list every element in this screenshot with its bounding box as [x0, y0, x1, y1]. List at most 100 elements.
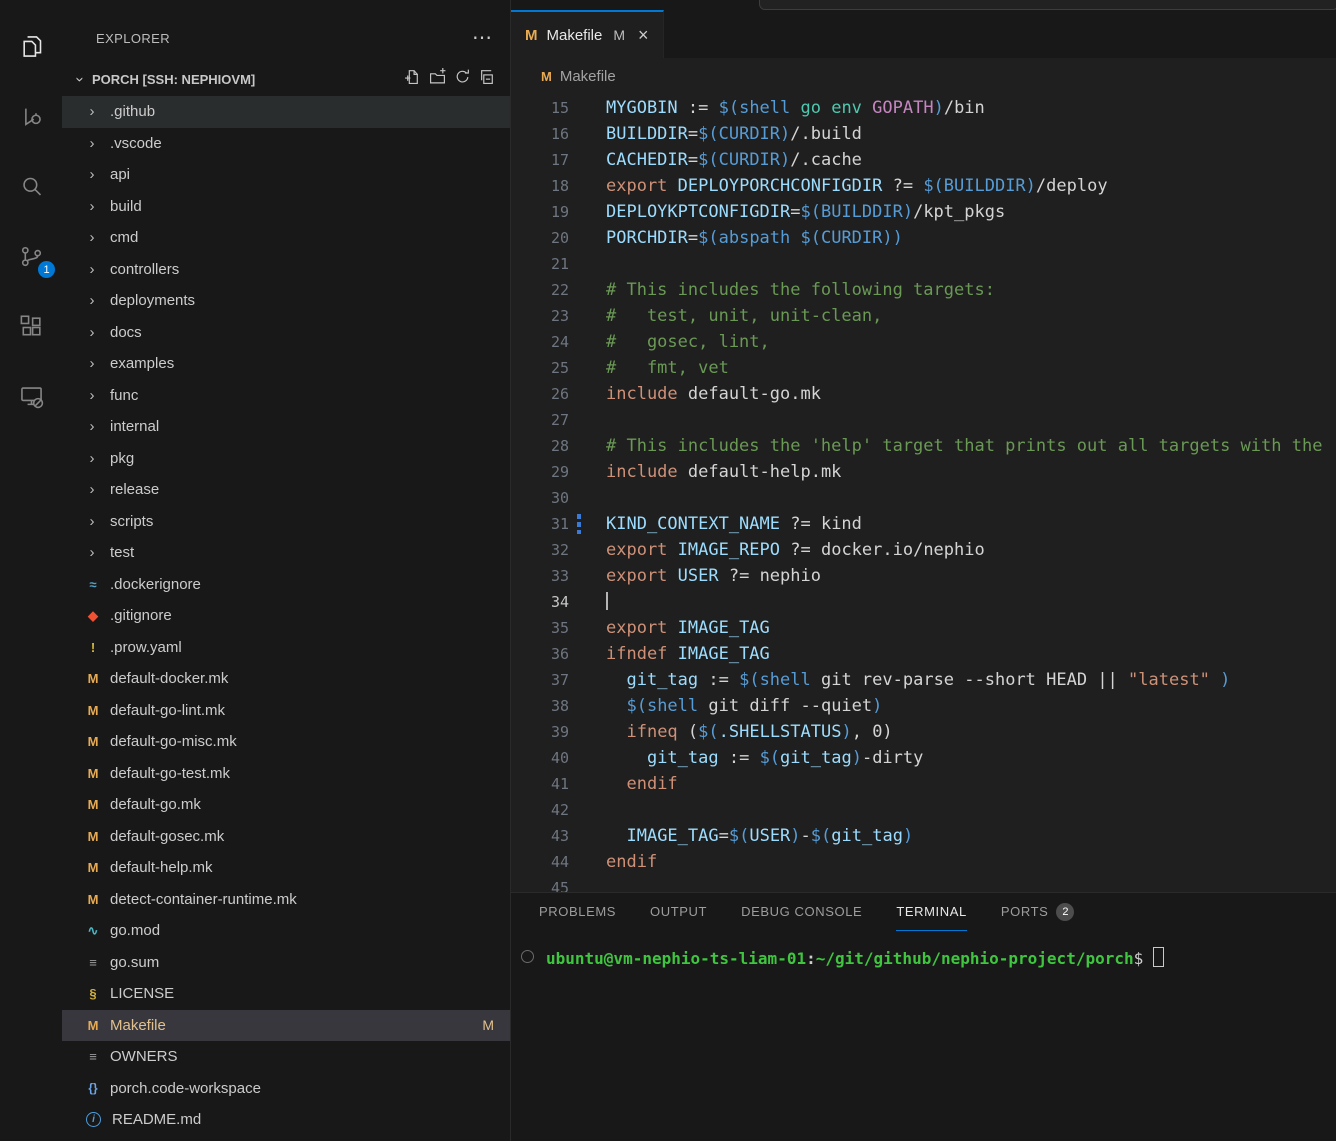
code-line[interactable]: 35export IMAGE_TAG	[511, 615, 1336, 641]
code-line[interactable]: 45	[511, 875, 1336, 893]
explorer-item-default-docker-mk[interactable]: Mdefault-docker.mk	[62, 663, 510, 695]
line-number: 32	[511, 537, 569, 563]
code-line[interactable]: 24# gosec, lint,	[511, 329, 1336, 355]
explorer-item-func[interactable]: ›func	[62, 380, 510, 412]
code-line[interactable]: 20PORCHDIR=$(abspath $(CURDIR))	[511, 225, 1336, 251]
explorer-item-default-go-misc-mk[interactable]: Mdefault-go-misc.mk	[62, 726, 510, 758]
chevron-right-icon: ›	[82, 450, 102, 467]
code-line[interactable]: 26include default-go.mk	[511, 381, 1336, 407]
explorer-item--github[interactable]: ›.github	[62, 96, 510, 128]
breadcrumb-item[interactable]: Makefile	[560, 68, 616, 85]
explorer-item-license[interactable]: §LICENSE	[62, 978, 510, 1010]
refresh-icon[interactable]	[454, 68, 471, 90]
explorer-item--prow-yaml[interactable]: !.prow.yaml	[62, 632, 510, 664]
run-debug-icon[interactable]	[0, 92, 62, 140]
code-line[interactable]: 15MYGOBIN := $(shell go env GOPATH)/bin	[511, 95, 1336, 121]
code-line[interactable]: 22# This includes the following targets:	[511, 277, 1336, 303]
code-line[interactable]: 28# This includes the 'help' target that…	[511, 433, 1336, 459]
file-tree: ›.github›.vscode›api›build›cmd›controlle…	[62, 96, 510, 1141]
panel-tab-debug-console[interactable]: DEBUG CONSOLE	[741, 893, 862, 931]
code-line[interactable]: 44endif	[511, 849, 1336, 875]
collapse-all-icon[interactable]	[479, 68, 496, 90]
code-line[interactable]: 17CACHEDIR=$(CURDIR)/.cache	[511, 147, 1336, 173]
code-line[interactable]: 29include default-help.mk	[511, 459, 1336, 485]
new-folder-icon[interactable]	[429, 68, 446, 90]
code-line[interactable]: 41 endif	[511, 771, 1336, 797]
code-line[interactable]: 36ifndef IMAGE_TAG	[511, 641, 1336, 667]
code-line[interactable]: 30	[511, 485, 1336, 511]
explorer-item-build[interactable]: ›build	[62, 191, 510, 223]
close-icon[interactable]: ×	[638, 25, 649, 46]
breadcrumb[interactable]: M Makefile	[511, 58, 1336, 95]
new-file-icon[interactable]	[404, 68, 421, 90]
explorer-item-cmd[interactable]: ›cmd	[62, 222, 510, 254]
explorer-item-scripts[interactable]: ›scripts	[62, 506, 510, 538]
explorer-item-internal[interactable]: ›internal	[62, 411, 510, 443]
code-line[interactable]: 37 git_tag := $(shell git rev-parse --sh…	[511, 667, 1336, 693]
code-line[interactable]: 25# fmt, vet	[511, 355, 1336, 381]
code-line[interactable]: 23# test, unit, unit-clean,	[511, 303, 1336, 329]
explorer-item-default-gosec-mk[interactable]: Mdefault-gosec.mk	[62, 821, 510, 853]
explorer-item-deployments[interactable]: ›deployments	[62, 285, 510, 317]
file-label: .prow.yaml	[110, 639, 182, 656]
explorer-item-default-go-test-mk[interactable]: Mdefault-go-test.mk	[62, 758, 510, 790]
code-line[interactable]: 42	[511, 797, 1336, 823]
code-line[interactable]: 27	[511, 407, 1336, 433]
chevron-right-icon: ›	[82, 387, 102, 404]
explorer-item-api[interactable]: ›api	[62, 159, 510, 191]
code-line[interactable]: 39 ifneq ($(.SHELLSTATUS), 0)	[511, 719, 1336, 745]
code-line[interactable]: 43 IMAGE_TAG=$(USER)-$(git_tag)	[511, 823, 1336, 849]
explorer-item-release[interactable]: ›release	[62, 474, 510, 506]
workspace-section-header[interactable]: › PORCH [SSH: NEPHIOVM]	[62, 64, 510, 94]
command-decoration-icon[interactable]	[521, 950, 534, 963]
panel-tab-label: TERMINAL	[896, 904, 967, 919]
code-line[interactable]: 40 git_tag := $(git_tag)-dirty	[511, 745, 1336, 771]
explorer-item-default-go-mk[interactable]: Mdefault-go.mk	[62, 789, 510, 821]
tab-makefile[interactable]: M Makefile M ×	[511, 10, 664, 58]
code-line[interactable]: 21	[511, 251, 1336, 277]
chevron-right-icon: ›	[82, 229, 102, 246]
line-number: 39	[511, 719, 569, 745]
explorer-item-default-go-lint-mk[interactable]: Mdefault-go-lint.mk	[62, 695, 510, 727]
code-line[interactable]: 33export USER ?= nephio	[511, 563, 1336, 589]
extensions-icon[interactable]	[0, 302, 62, 350]
explorer-item-detect-container-runtime-mk[interactable]: Mdetect-container-runtime.mk	[62, 884, 510, 916]
explorer-item-makefile[interactable]: MMakefileM	[62, 1010, 510, 1042]
line-number: 20	[511, 225, 569, 251]
more-actions-icon[interactable]: ⋯	[472, 33, 492, 43]
code-line[interactable]: 34	[511, 589, 1336, 615]
explorer-item-pkg[interactable]: › pkg	[62, 443, 510, 475]
explorer-item-go-mod[interactable]: ∿go.mod	[62, 915, 510, 947]
panel-tab-problems[interactable]: PROBLEMS	[539, 893, 616, 931]
explorer-item--gitignore[interactable]: ◆.gitignore	[62, 600, 510, 632]
explorer-icon[interactable]	[0, 22, 62, 70]
explorer-item-go-sum[interactable]: ≡go.sum	[62, 947, 510, 979]
code-line[interactable]: 31KIND_CONTEXT_NAME ?= kind	[511, 511, 1336, 537]
explorer-item--dockerignore[interactable]: ≈.dockerignore	[62, 569, 510, 601]
code-line[interactable]: 32export IMAGE_REPO ?= docker.io/nephio	[511, 537, 1336, 563]
panel-tab-output[interactable]: OUTPUT	[650, 893, 707, 931]
code-editor[interactable]: 15MYGOBIN := $(shell go env GOPATH)/bin1…	[511, 95, 1336, 893]
code-line[interactable]: 38 $(shell git diff --quiet)	[511, 693, 1336, 719]
explorer-item-readme-md[interactable]: iREADME.md	[62, 1104, 510, 1136]
explorer-item-docs[interactable]: ›docs	[62, 317, 510, 349]
explorer-item-examples[interactable]: ›examples	[62, 348, 510, 380]
explorer-item-default-help-mk[interactable]: Mdefault-help.mk	[62, 852, 510, 884]
search-icon[interactable]	[0, 162, 62, 210]
code-line[interactable]: 16BUILDDIR=$(CURDIR)/.build	[511, 121, 1336, 147]
command-center[interactable]	[759, 0, 1336, 10]
code-line[interactable]: 19DEPLOYKPTCONFIGDIR=$(BUILDDIR)/kpt_pkg…	[511, 199, 1336, 225]
file-label: pkg	[110, 450, 134, 467]
file-label: test	[110, 544, 134, 561]
remote-explorer-icon[interactable]	[0, 372, 62, 420]
explorer-item-test[interactable]: ›test	[62, 537, 510, 569]
terminal[interactable]: ubuntu@vm-nephio-ts-liam-01:~/git/github…	[511, 931, 1336, 968]
panel-tab-ports[interactable]: PORTS2	[1001, 893, 1075, 931]
source-control-icon[interactable]: 1	[0, 232, 62, 280]
explorer-item-controllers[interactable]: ›controllers	[62, 254, 510, 286]
explorer-item--vscode[interactable]: ›.vscode	[62, 128, 510, 160]
explorer-item-porch-code-workspace[interactable]: {}porch.code-workspace	[62, 1073, 510, 1105]
panel-tab-terminal[interactable]: TERMINAL	[896, 893, 967, 931]
explorer-item-owners[interactable]: ≡OWNERS	[62, 1041, 510, 1073]
code-line[interactable]: 18export DEPLOYPORCHCONFIGDIR ?= $(BUILD…	[511, 173, 1336, 199]
